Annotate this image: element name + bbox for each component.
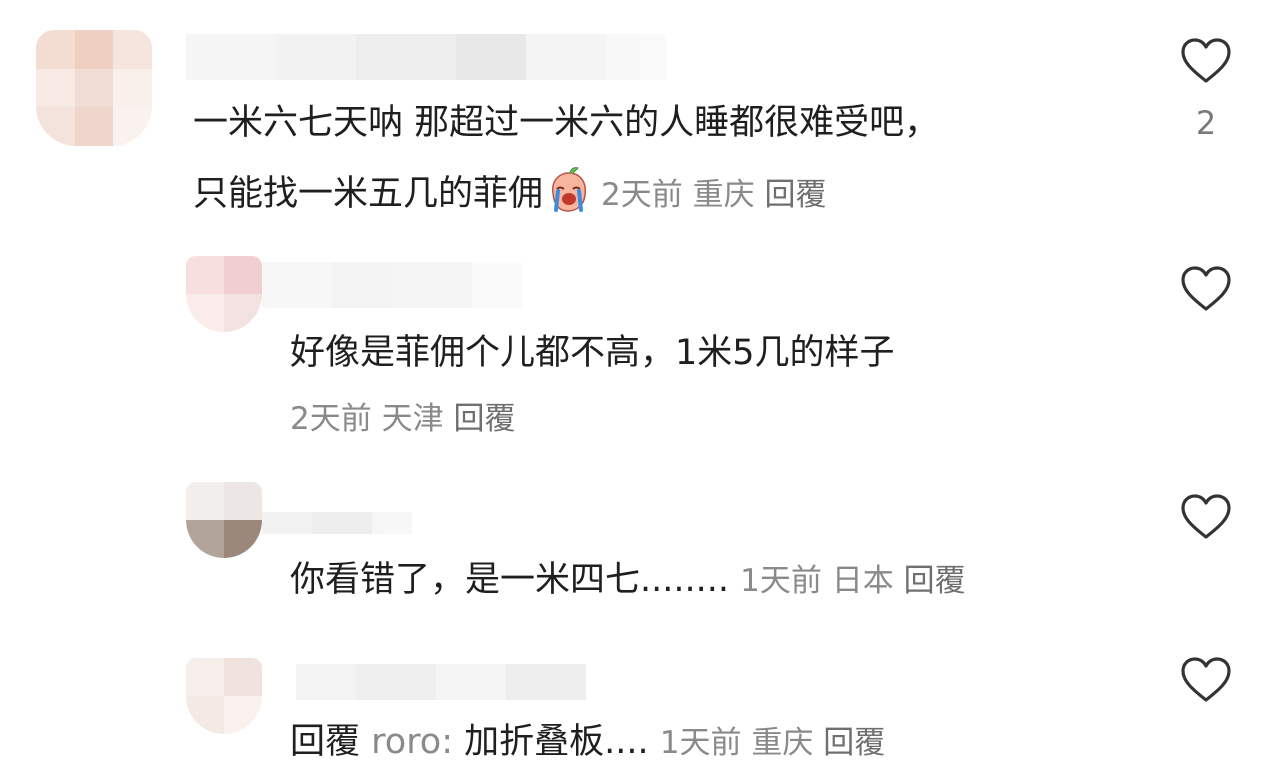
comment-text: 加折叠板.... (464, 722, 649, 762)
reply-button[interactable]: 回覆 (453, 401, 515, 437)
comment-time: 2天前 (290, 401, 372, 437)
comment-meta: 2天前 天津 回覆 (290, 396, 515, 442)
comment-location: 天津 (381, 401, 444, 437)
like-count: 2 (1195, 104, 1217, 142)
heart-icon[interactable] (1180, 493, 1232, 541)
comment-time: 1天前 (740, 563, 822, 599)
heart-icon[interactable] (1180, 656, 1232, 704)
username[interactable] (262, 262, 522, 308)
reply-button[interactable]: 回覆 (764, 177, 826, 213)
avatar[interactable] (186, 658, 262, 734)
avatar[interactable] (186, 256, 262, 332)
comment-location: 重庆 (751, 725, 814, 761)
heart-icon[interactable] (1180, 37, 1232, 85)
heart-icon[interactable] (1180, 265, 1232, 313)
comment-text-row: 回覆 roro: 加折叠板.... 1天前 重庆 回覆 (290, 719, 885, 766)
comment-text: 好像是菲佣个儿都不高，1米5几的样子 (290, 333, 895, 373)
comment-text: 一米六七天呐 那超过一米六的人睡都很难受吧， (193, 103, 940, 143)
comment-text-continued: 只能找一米五几的菲佣 2天前 重庆 回覆 (193, 165, 826, 218)
comment-time: 1天前 (659, 725, 742, 761)
reply-button[interactable]: 回覆 (823, 725, 885, 761)
username[interactable] (296, 664, 586, 700)
reply-button[interactable]: 回覆 (904, 563, 966, 599)
reply-to-user[interactable]: roro: (371, 722, 453, 762)
username[interactable] (262, 512, 412, 534)
avatar[interactable] (36, 30, 152, 146)
loudly-crying-face-icon (552, 167, 587, 212)
comment-time: 2天前 (601, 177, 683, 213)
comment-text: 你看错了，是一米四七........ (290, 560, 730, 600)
comment-location: 日本 (831, 563, 894, 599)
avatar[interactable] (186, 482, 262, 558)
reply-prefix: 回覆 (290, 722, 361, 762)
comment-location: 重庆 (692, 177, 755, 213)
username[interactable] (186, 34, 666, 80)
comment-meta: 2天前 重庆 回覆 (601, 177, 826, 213)
comment-meta: 1天前 重庆 回覆 (660, 725, 885, 761)
comment-text-row: 你看错了，是一米四七........ 1天前 日本 回覆 (290, 557, 966, 604)
comment-meta: 1天前 日本 回覆 (740, 563, 965, 599)
